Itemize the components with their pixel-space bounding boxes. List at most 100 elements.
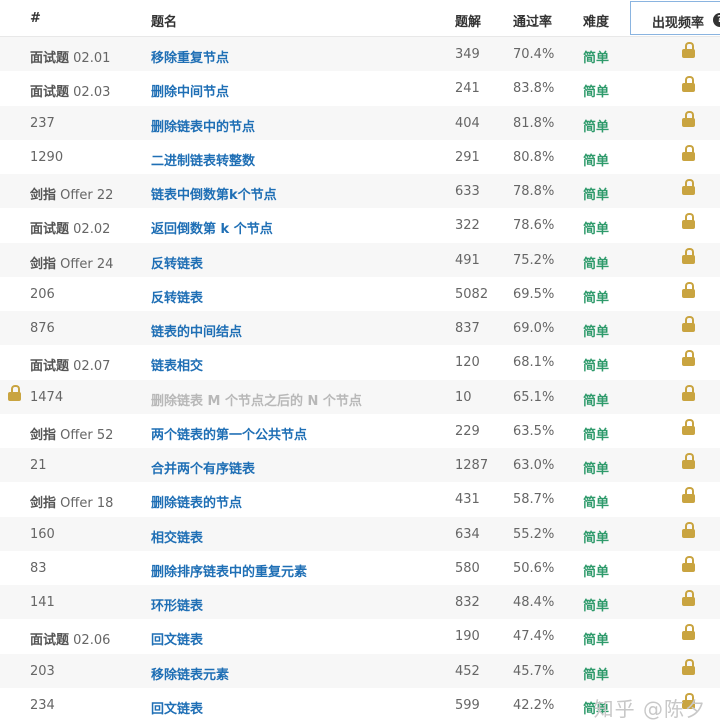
problem-title-link[interactable]: 移除重复节点 — [151, 47, 229, 66]
problem-title-link[interactable]: 链表中倒数第k个节点 — [151, 184, 277, 203]
difficulty-badge: 简单 — [583, 222, 610, 238]
acceptance-rate: 48.4% — [513, 595, 555, 610]
problem-title-link[interactable]: 回文链表 — [151, 629, 203, 648]
solutions-count: 452 — [455, 663, 480, 679]
problem-id: Offer 22 — [60, 188, 114, 203]
problem-title-link[interactable]: 删除链表的节点 — [151, 492, 242, 511]
header-num[interactable]: # — [30, 11, 41, 26]
solutions-count: 120 — [455, 355, 480, 371]
table-row[interactable]: 83 删除排序链表中的重复元素 580 50.6% 简单 — [0, 551, 720, 585]
header-difficulty[interactable]: 难度 — [583, 11, 609, 30]
problem-number: 剑指 Offer 18 — [30, 492, 113, 511]
difficulty-badge: 简单 — [583, 496, 610, 512]
acceptance-rate: 78.6% — [513, 218, 555, 234]
table-row[interactable]: 206 反转链表 5082 69.5% 简单 — [0, 277, 720, 311]
lock-icon[interactable] — [682, 179, 695, 196]
lock-icon[interactable] — [682, 418, 695, 436]
table-row[interactable]: 面试题 02.03 删除中间节点 241 83.8% 简单 — [0, 71, 720, 105]
lock-icon[interactable] — [682, 521, 695, 539]
acceptance-rate: 69.5% — [513, 286, 555, 302]
lock-icon[interactable] — [682, 590, 695, 607]
solutions-count: 431 — [455, 492, 480, 508]
difficulty-badge: 简单 — [583, 462, 610, 477]
lock-icon[interactable] — [682, 110, 695, 128]
table-row[interactable]: 剑指 Offer 18 删除链表的节点 431 58.7% 简单 — [0, 482, 720, 516]
problem-title-link[interactable]: 反转链表 — [151, 253, 203, 272]
problem-title-link[interactable]: 删除链表中的节点 — [151, 116, 255, 135]
table-row[interactable]: 面试题 02.06 回文链表 190 47.4% 简单 — [0, 619, 720, 653]
table-row[interactable]: 160 相交链表 634 55.2% 简单 — [0, 516, 720, 551]
lock-icon[interactable] — [682, 453, 695, 470]
difficulty-badge: 简单 — [583, 359, 610, 375]
problem-id: 83 — [30, 560, 47, 576]
lock-icon[interactable] — [682, 247, 695, 265]
header-acceptance[interactable]: 通过率 — [513, 11, 552, 30]
problem-number: 1474 — [30, 390, 63, 405]
lock-icon[interactable] — [682, 144, 695, 162]
problem-number-prefix: 面试题 — [30, 359, 70, 375]
problem-number: 876 — [30, 321, 55, 336]
solutions-count: 634 — [455, 526, 480, 542]
problem-title-link[interactable]: 删除排序链表中的重复元素 — [151, 561, 307, 580]
problem-id: 02.06 — [73, 633, 111, 649]
table-row[interactable]: 面试题 02.07 链表相交 120 68.1% 简单 — [0, 345, 720, 379]
difficulty-badge: 简单 — [583, 51, 610, 66]
problem-number-prefix: 面试题 — [30, 222, 70, 238]
solutions-count: 190 — [455, 629, 480, 645]
lock-icon[interactable] — [682, 42, 695, 59]
problem-title-link[interactable]: 两个链表的第一个公共节点 — [151, 424, 307, 443]
problem-title-link[interactable]: 移除链表元素 — [151, 664, 229, 683]
acceptance-rate: 42.2% — [513, 697, 555, 713]
lock-icon[interactable] — [682, 384, 695, 402]
problem-title-link[interactable]: 回文链表 — [151, 698, 203, 717]
problem-title-link[interactable]: 删除链表 M 个节点之后的 N 个节点 — [151, 390, 362, 409]
lock-icon[interactable] — [682, 281, 695, 299]
lock-icon[interactable] — [682, 76, 695, 93]
acceptance-rate: 78.8% — [513, 184, 555, 199]
table-row[interactable]: 剑指 Offer 52 两个链表的第一个公共节点 229 63.5% 简单 — [0, 414, 720, 448]
problem-title-link[interactable]: 链表的中间结点 — [151, 321, 242, 340]
question-circle-icon[interactable]: ? — [713, 13, 720, 27]
table-row[interactable]: 876 链表的中间结点 837 69.0% 简单 — [0, 311, 720, 346]
difficulty-badge: 简单 — [583, 427, 610, 443]
acceptance-rate: 50.6% — [513, 560, 555, 576]
difficulty-badge: 简单 — [583, 633, 610, 649]
table-row[interactable]: 剑指 Offer 24 反转链表 491 75.2% 简单 — [0, 242, 720, 277]
table-row[interactable]: 1290 二进制链表转整数 291 80.8% 简单 — [0, 140, 720, 174]
table-row[interactable]: 141 环形链表 832 48.4% 简单 — [0, 585, 720, 620]
lock-icon[interactable] — [682, 658, 695, 676]
table-row[interactable]: 237 删除链表中的节点 404 81.8% 简单 — [0, 105, 720, 140]
problem-number-prefix: 剑指 — [30, 256, 57, 272]
problem-title-link[interactable]: 合并两个有序链表 — [151, 458, 255, 477]
lock-icon[interactable] — [682, 213, 695, 230]
problem-title-link[interactable]: 删除中间节点 — [151, 81, 229, 100]
lock-icon[interactable] — [682, 624, 695, 641]
difficulty-badge: 简单 — [583, 393, 610, 409]
problem-number: 237 — [30, 116, 55, 131]
lock-icon[interactable] — [682, 316, 695, 333]
problem-number: 160 — [30, 527, 55, 542]
problem-title-link[interactable]: 链表相交 — [151, 355, 203, 374]
table-row[interactable]: 面试题 02.02 返回倒数第 k 个节点 322 78.6% 简单 — [0, 208, 720, 242]
table-row[interactable]: 21 合并两个有序链表 1287 63.0% 简单 — [0, 448, 720, 483]
lock-icon[interactable] — [682, 487, 695, 504]
table-row[interactable]: 剑指 Offer 22 链表中倒数第k个节点 633 78.8% 简单 — [0, 174, 720, 209]
problem-number: 83 — [30, 561, 47, 576]
problem-title-link[interactable]: 反转链表 — [151, 287, 203, 306]
problem-title-link[interactable]: 二进制链表转整数 — [151, 150, 255, 169]
table-row[interactable]: 面试题 02.01 移除重复节点 349 70.4% 简单 — [0, 37, 720, 72]
problem-title-link[interactable]: 返回倒数第 k 个节点 — [151, 218, 273, 237]
lock-icon[interactable] — [682, 350, 695, 367]
problem-id: 02.01 — [73, 51, 111, 66]
table-row[interactable]: 1474 删除链表 M 个节点之后的 N 个节点 10 65.1% 简单 — [0, 379, 720, 414]
difficulty-badge: 简单 — [583, 564, 610, 580]
problem-title-link[interactable]: 环形链表 — [151, 595, 203, 614]
table-row[interactable]: 203 移除链表元素 452 45.7% 简单 — [0, 653, 720, 688]
problem-number: 剑指 Offer 24 — [30, 253, 113, 272]
problem-title-link[interactable]: 相交链表 — [151, 527, 203, 546]
solutions-count: 10 — [455, 389, 472, 405]
header-frequency[interactable]: 出现频率 ? — [630, 1, 720, 35]
header-solutions[interactable]: 题解 — [455, 11, 481, 30]
lock-icon[interactable] — [682, 555, 695, 573]
header-title[interactable]: 题名 — [151, 11, 177, 30]
